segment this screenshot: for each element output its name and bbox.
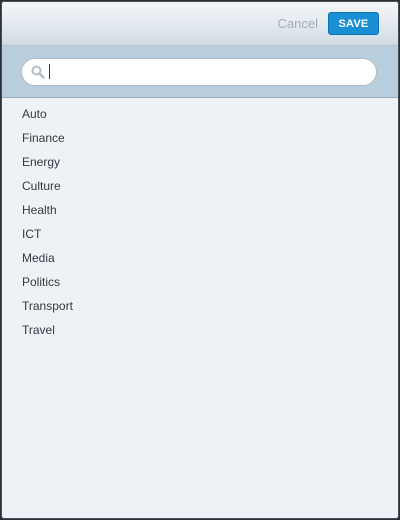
category-list: Auto Finance Energy Culture Health ICT Media Po… xyxy=(2,98,398,342)
save-button[interactable]: SAVE xyxy=(328,12,379,35)
search-icon xyxy=(31,65,45,79)
list-item[interactable]: Energy xyxy=(2,150,398,174)
text-caret xyxy=(49,64,50,79)
list-item[interactable]: Auto xyxy=(2,102,398,126)
cancel-button[interactable]: Cancel xyxy=(278,16,318,31)
list-item[interactable]: Media xyxy=(2,246,398,270)
toolbar: Cancel SAVE xyxy=(2,2,398,46)
search-input[interactable] xyxy=(55,60,376,83)
search-bar xyxy=(2,46,398,98)
list-item[interactable]: Finance xyxy=(2,126,398,150)
list-item[interactable]: Politics xyxy=(2,270,398,294)
list-item[interactable]: Health xyxy=(2,198,398,222)
list-item[interactable]: Transport xyxy=(2,294,398,318)
category-picker-panel: Cancel SAVE Auto Finance Energy Culture Heal… xyxy=(1,1,399,519)
list-item[interactable]: Culture xyxy=(2,174,398,198)
search-box[interactable] xyxy=(21,57,377,86)
list-item[interactable]: ICT xyxy=(2,222,398,246)
list-item[interactable]: Travel xyxy=(2,318,398,342)
